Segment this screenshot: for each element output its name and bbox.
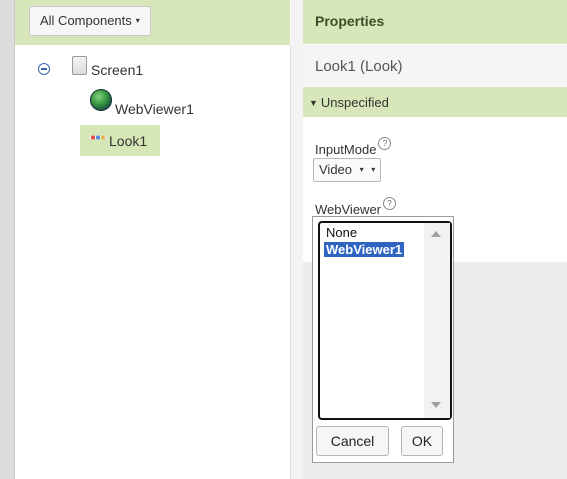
properties-title: Properties <box>315 13 385 29</box>
look-icon <box>89 135 107 140</box>
section-label: Unspecified <box>320 95 389 110</box>
all-components-label: All Components <box>40 13 132 28</box>
chevron-down-icon: ▾ <box>359 165 364 174</box>
panel-gap <box>291 0 303 479</box>
chevron-down-icon: ▾ <box>371 165 376 174</box>
chevron-down-icon: ▾ <box>135 16 140 25</box>
triangle-down-icon: ▼ <box>309 98 318 108</box>
left-edge-strip <box>0 0 14 479</box>
help-icon[interactable]: ? <box>378 137 392 150</box>
scroll-down-icon[interactable] <box>431 402 441 408</box>
webviewer-label: WebViewer? <box>315 197 396 217</box>
inputmode-label-text: InputMode <box>315 142 377 157</box>
listbox-scrollbar[interactable] <box>424 223 450 418</box>
all-components-dropdown[interactable]: All Components ▾ <box>29 6 151 36</box>
tree-item-webviewer1[interactable]: WebViewer1 <box>115 101 194 117</box>
tree-item-look1-label: Look1 <box>109 133 148 149</box>
tree-item-screen1[interactable]: Screen1 <box>91 62 143 78</box>
component-name: Look1 (Look) <box>315 58 403 75</box>
webviewer-label-text: WebViewer <box>315 202 381 217</box>
section-toggle[interactable]: ▼ Unspecified <box>309 95 389 110</box>
scroll-up-icon[interactable] <box>431 231 441 237</box>
ok-button[interactable]: OK <box>401 426 443 456</box>
help-icon[interactable]: ? <box>383 197 396 210</box>
screen-icon <box>72 56 87 75</box>
inputmode-label: InputMode? <box>315 137 392 157</box>
webviewer-listbox[interactable]: None WebViewer1 <box>318 221 452 420</box>
collapse-toggle-icon[interactable] <box>38 63 50 75</box>
globe-icon <box>90 89 112 111</box>
inputmode-select[interactable]: Video ▾ ▾ <box>313 158 382 182</box>
list-option-webviewer1[interactable]: WebViewer1 <box>324 242 405 257</box>
cancel-button[interactable]: Cancel <box>316 426 389 456</box>
inputmode-value: Video <box>319 162 353 177</box>
list-option-none[interactable]: None <box>326 225 357 240</box>
